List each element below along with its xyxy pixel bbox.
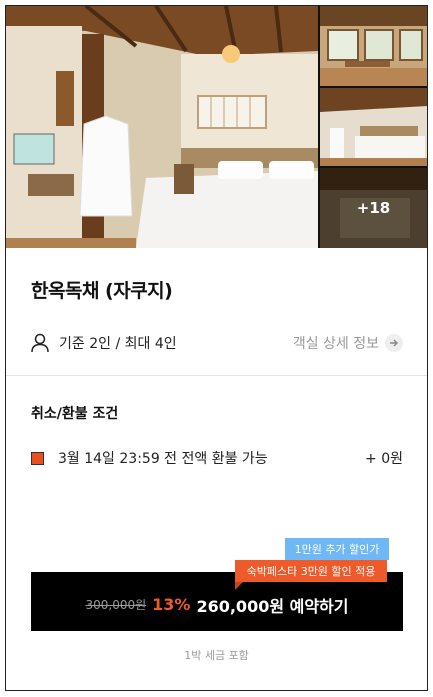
person-icon [31,333,49,353]
photo-gallery: +18 [6,6,427,248]
arrow-right-icon [385,334,403,352]
discount-rate: 13% [152,595,191,614]
original-price: 300,000원 [85,598,147,612]
refund-amount: + 0원 [365,451,403,467]
section-divider [6,375,427,376]
capacity-row: 기준 2인 / 최대 4인 객실 상세 정보 [31,331,403,355]
extra-discount-badge: 1만원 추가 할인가 [285,538,389,560]
main-room-photo[interactable] [6,6,318,248]
refund-status-marker [31,451,44,465]
festa-discount-badge: 숙박페스타 3만원 할인 적용 [235,560,387,582]
refund-policy-row: 3월 14일 23:59 전 전액 환불 가능 + 0원 [31,448,403,468]
more-photos-count: +18 [320,168,427,248]
tax-note: 1박 세금 포함 [184,649,249,662]
book-button-label: 260,000원 예약하기 [196,596,349,616]
room-detail-link[interactable]: 객실 상세 정보 [293,333,403,353]
room-title: 한옥독채 (자쿠지) [31,280,173,302]
capacity-text: 기준 2인 / 최대 4인 [59,336,177,352]
gallery-thumbnail[interactable] [320,6,427,86]
badge-tail [235,582,243,590]
room-card: +18 한옥독채 (자쿠지) 기준 2인 / 최대 4인 객실 상세 정보 취소… [5,5,428,691]
refund-policy-text: 3월 14일 23:59 전 전액 환불 가능 [58,451,268,467]
gallery-more-photos[interactable]: +18 [320,168,427,248]
room-detail-label: 객실 상세 정보 [292,336,379,352]
cancellation-title: 취소/환불 조건 [31,406,119,422]
gallery-thumbnail[interactable] [320,88,427,166]
